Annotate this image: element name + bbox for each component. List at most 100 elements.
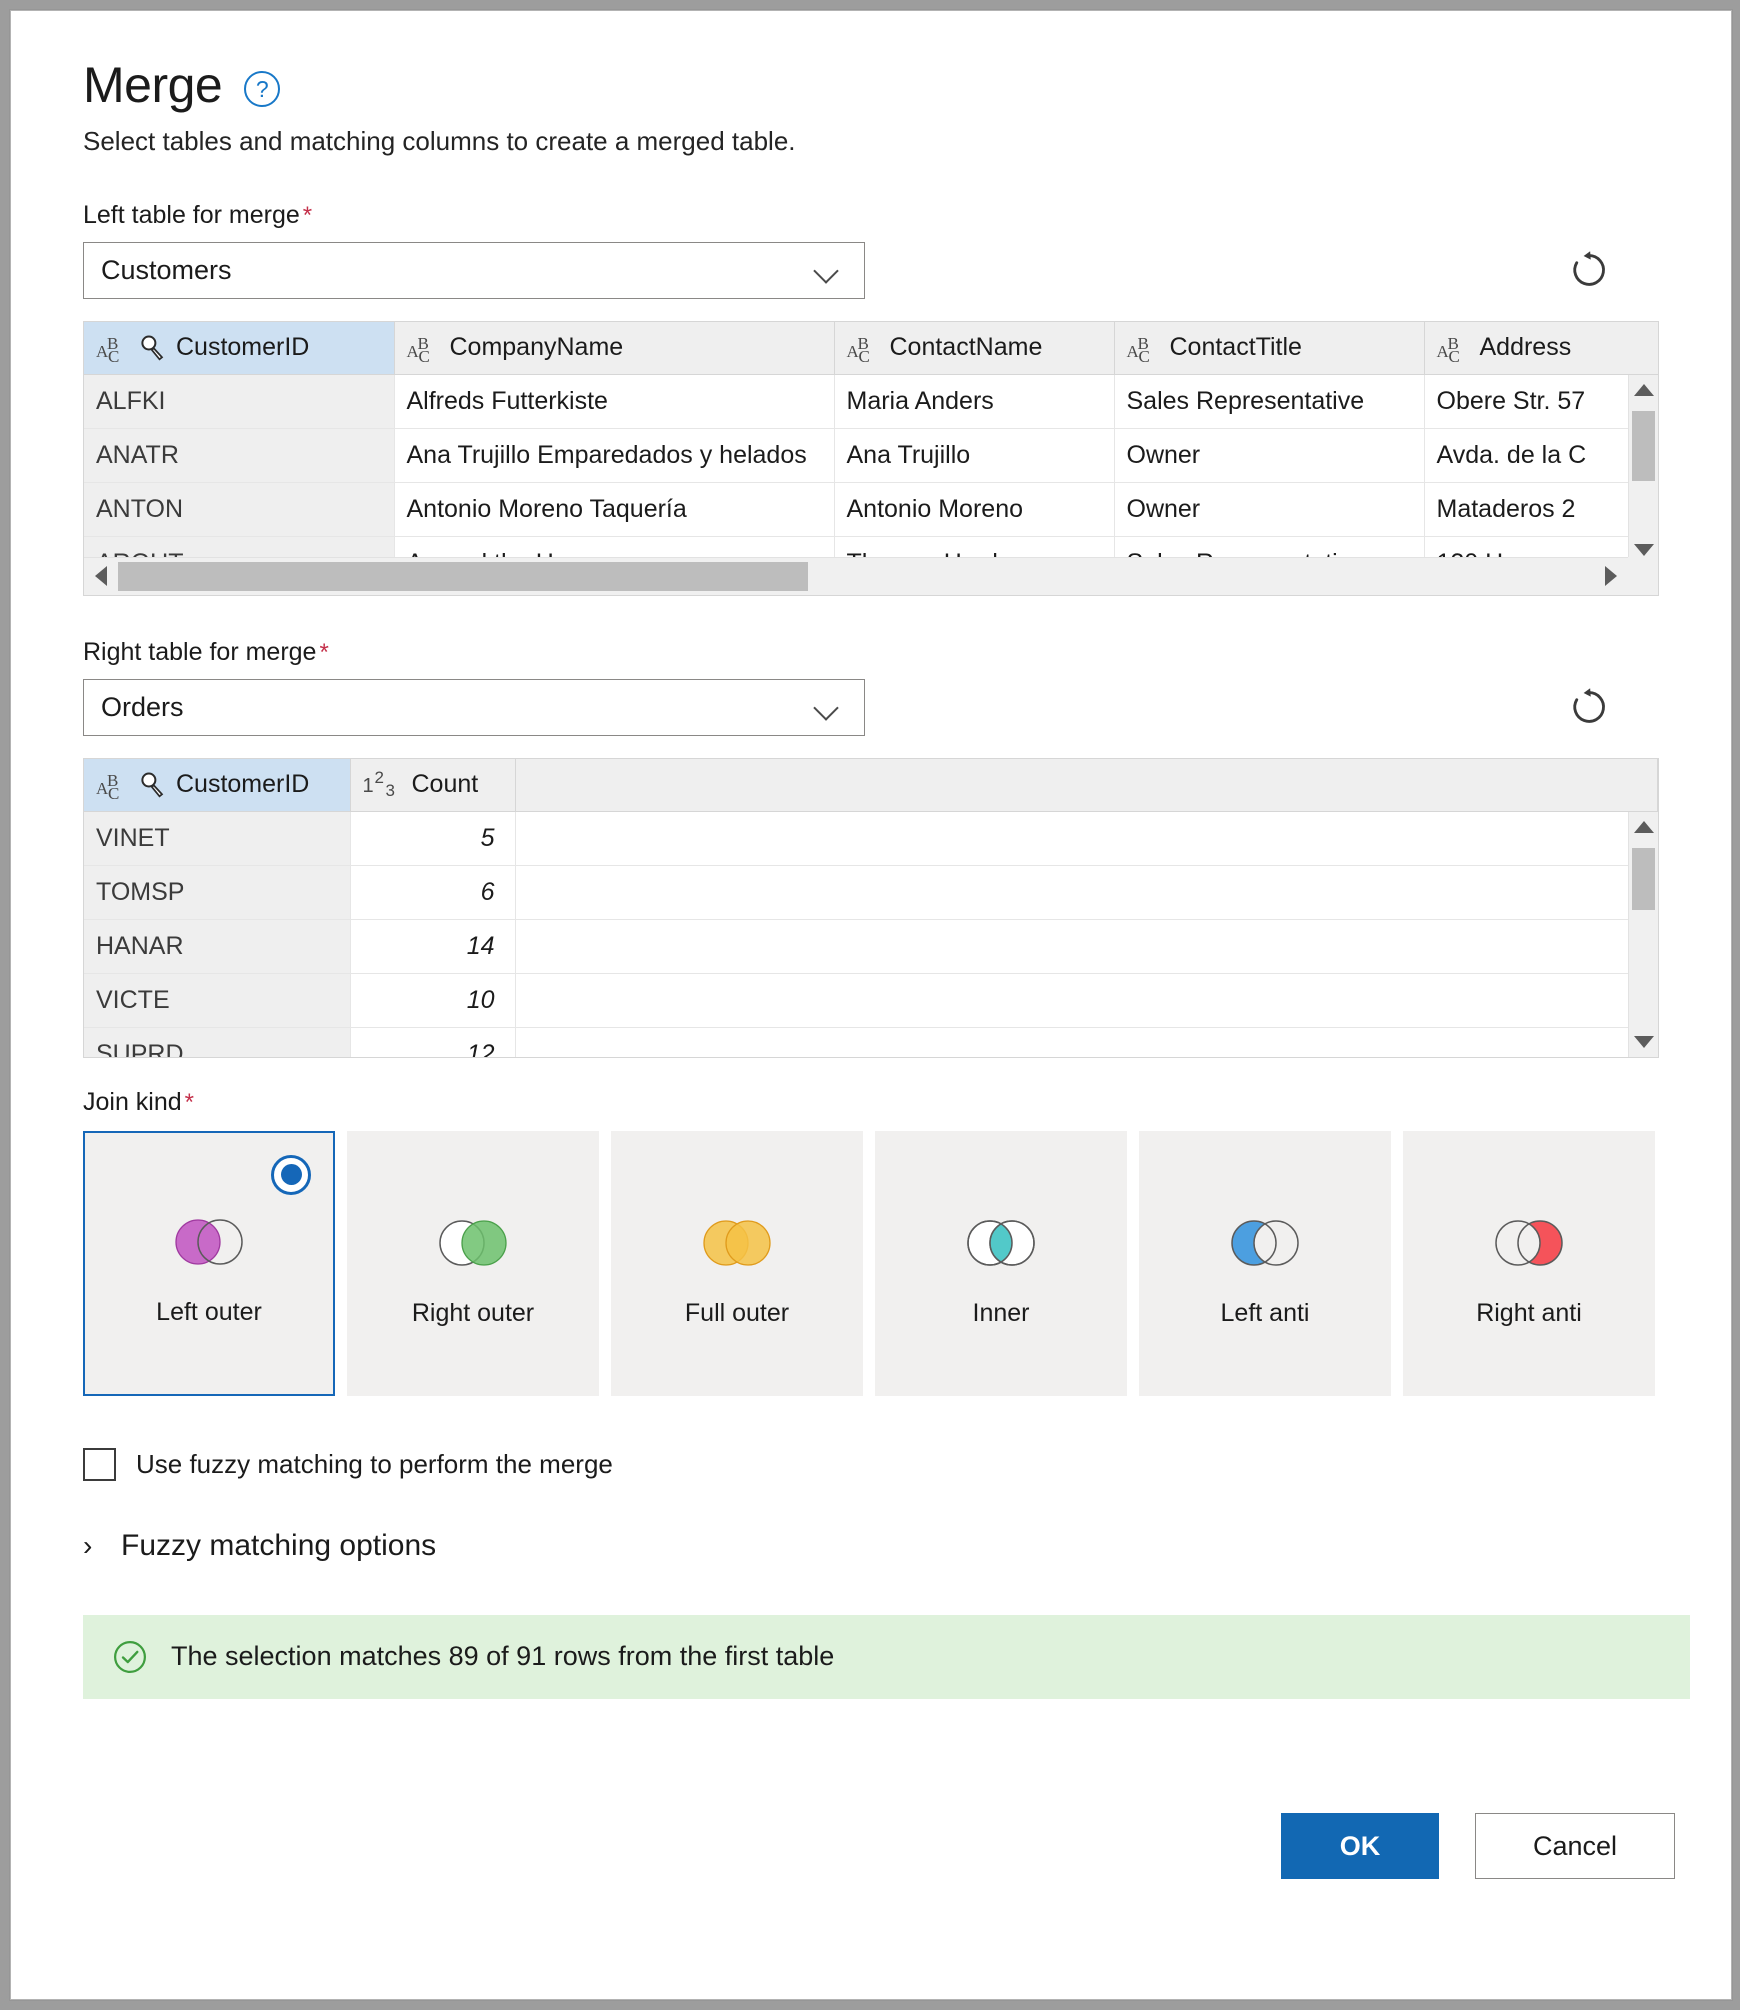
page-title: Merge bbox=[83, 59, 222, 112]
right-preview-header-row: ABC CustomerID 123 bbox=[84, 759, 1658, 812]
column-header-label: Address bbox=[1480, 333, 1572, 362]
join-kind-label: Join kind* bbox=[83, 1088, 1675, 1117]
text-type-icon: ABC bbox=[847, 333, 881, 363]
venn-right-anti-icon bbox=[1486, 1214, 1572, 1277]
scroll-down-icon[interactable] bbox=[1629, 1027, 1658, 1057]
join-option-left-outer[interactable]: Left outer bbox=[83, 1131, 335, 1396]
required-asterisk: * bbox=[303, 202, 312, 229]
text-type-icon: ABC bbox=[407, 333, 441, 363]
left-table-dropdown[interactable]: Customers bbox=[83, 242, 865, 299]
join-kind-label-text: Join kind bbox=[83, 1088, 182, 1116]
horizontal-scroll-thumb[interactable] bbox=[118, 562, 808, 591]
vertical-scroll-thumb[interactable] bbox=[1632, 411, 1655, 481]
text-type-icon: ABC bbox=[96, 333, 130, 363]
column-header-contacttitle[interactable]: ABC ContactTitle bbox=[1114, 322, 1424, 375]
column-header-address[interactable]: ABC Address bbox=[1424, 322, 1659, 375]
cell: Alfreds Futterkiste bbox=[394, 375, 834, 429]
radio-selected-icon[interactable] bbox=[271, 1155, 311, 1195]
cell: 6 bbox=[350, 866, 515, 920]
cancel-button[interactable]: Cancel bbox=[1475, 1813, 1675, 1879]
table-row[interactable]: VINET 5 bbox=[84, 812, 1658, 866]
cell: ALFKI bbox=[84, 375, 394, 429]
scroll-up-icon[interactable] bbox=[1629, 375, 1658, 405]
number-type-icon: 123 bbox=[363, 770, 403, 800]
column-header-customerid[interactable]: ABC CustomerID bbox=[84, 322, 394, 375]
scroll-up-icon[interactable] bbox=[1629, 812, 1658, 842]
cell: Owner bbox=[1114, 483, 1424, 537]
join-option-left-anti[interactable]: Left anti bbox=[1139, 1131, 1391, 1396]
cell: 12 bbox=[350, 1028, 515, 1058]
right-table-dropdown[interactable]: Orders bbox=[83, 679, 865, 736]
cell: HANAR bbox=[84, 920, 350, 974]
column-header-label: CustomerID bbox=[176, 770, 309, 799]
horizontal-scroll-track[interactable] bbox=[118, 558, 1594, 595]
scroll-right-icon[interactable] bbox=[1594, 566, 1628, 586]
join-option-label: Left outer bbox=[114, 1296, 304, 1328]
table-row[interactable]: SUPRD 12 bbox=[84, 1028, 1658, 1058]
text-type-icon: ABC bbox=[1437, 333, 1471, 363]
cell: VINET bbox=[84, 812, 350, 866]
vertical-scroll-thumb[interactable] bbox=[1632, 848, 1655, 910]
table-row[interactable]: ALFKI Alfreds Futterkiste Maria Anders S… bbox=[84, 375, 1659, 429]
cell: Antonio Moreno bbox=[834, 483, 1114, 537]
search-icon bbox=[137, 333, 167, 363]
join-option-full-outer[interactable]: Full outer bbox=[611, 1131, 863, 1396]
cell: Maria Anders bbox=[834, 375, 1114, 429]
scroll-left-icon[interactable] bbox=[84, 566, 118, 586]
table-row[interactable]: HANAR 14 bbox=[84, 920, 1658, 974]
table-row[interactable]: VICTE 10 bbox=[84, 974, 1658, 1028]
join-option-label: Right outer bbox=[378, 1297, 568, 1329]
venn-inner-icon bbox=[958, 1214, 1044, 1277]
table-row[interactable]: ANTON Antonio Moreno Taquería Antonio Mo… bbox=[84, 483, 1659, 537]
join-option-right-anti[interactable]: Right anti bbox=[1403, 1131, 1655, 1396]
cell bbox=[515, 866, 1658, 920]
left-table-label: Left table for merge* bbox=[83, 201, 1675, 230]
right-preview-grid: ABC CustomerID 123 bbox=[84, 759, 1658, 1058]
right-table-label-text: Right table for merge bbox=[83, 638, 316, 666]
cell bbox=[515, 812, 1658, 866]
venn-right-outer-icon bbox=[430, 1214, 516, 1277]
column-header-customerid[interactable]: ABC CustomerID bbox=[84, 759, 350, 812]
ok-button[interactable]: OK bbox=[1281, 1813, 1439, 1879]
cell: Obere Str. 57 bbox=[1424, 375, 1659, 429]
text-type-icon: ABC bbox=[96, 770, 130, 800]
join-option-label: Left anti bbox=[1170, 1297, 1360, 1329]
left-preview-grid: ABC CustomerID ABC bbox=[84, 322, 1659, 592]
join-kind-options: Left outer Right outer bbox=[83, 1131, 1675, 1396]
fuzzy-matching-options-expander[interactable]: › Fuzzy matching options bbox=[83, 1529, 1675, 1563]
column-header-label: CustomerID bbox=[176, 333, 309, 362]
cell bbox=[515, 974, 1658, 1028]
left-preview-horizontal-scrollbar[interactable] bbox=[84, 557, 1628, 595]
fuzzy-matching-label: Use fuzzy matching to perform the merge bbox=[136, 1449, 613, 1480]
cell: Ana Trujillo Emparedados y helados bbox=[394, 429, 834, 483]
column-header-label: ContactName bbox=[890, 333, 1043, 362]
cell: ANTON bbox=[84, 483, 394, 537]
cell: Antonio Moreno Taquería bbox=[394, 483, 834, 537]
refresh-icon[interactable] bbox=[1563, 244, 1615, 296]
join-option-inner[interactable]: Inner bbox=[875, 1131, 1127, 1396]
cell: Avda. de la C bbox=[1424, 429, 1659, 483]
help-icon[interactable]: ? bbox=[244, 71, 280, 107]
column-header-contactname[interactable]: ABC ContactName bbox=[834, 322, 1114, 375]
left-preview-header-row: ABC CustomerID ABC bbox=[84, 322, 1659, 375]
column-header-companyname[interactable]: ABC CompanyName bbox=[394, 322, 834, 375]
chevron-down-icon bbox=[814, 699, 840, 715]
right-preview-vertical-scrollbar[interactable] bbox=[1628, 812, 1658, 1057]
required-asterisk: * bbox=[319, 639, 328, 666]
left-table-label-text: Left table for merge bbox=[83, 201, 300, 229]
fuzzy-matching-row: Use fuzzy matching to perform the merge bbox=[83, 1448, 1675, 1481]
dialog-subtitle: Select tables and matching columns to cr… bbox=[83, 126, 1675, 157]
check-circle-icon bbox=[111, 1638, 149, 1676]
fuzzy-matching-checkbox[interactable] bbox=[83, 1448, 116, 1481]
cell bbox=[515, 1028, 1658, 1058]
join-option-right-outer[interactable]: Right outer bbox=[347, 1131, 599, 1396]
cell: Mataderos 2 bbox=[1424, 483, 1659, 537]
table-row[interactable]: TOMSP 6 bbox=[84, 866, 1658, 920]
screen-background: Merge ? Select tables and matching colum… bbox=[0, 0, 1740, 2010]
cell: TOMSP bbox=[84, 866, 350, 920]
refresh-icon[interactable] bbox=[1563, 681, 1615, 733]
merge-dialog: Merge ? Select tables and matching colum… bbox=[10, 10, 1732, 2000]
column-header-count[interactable]: 123 Count bbox=[350, 759, 515, 812]
table-row[interactable]: ANATR Ana Trujillo Emparedados y helados… bbox=[84, 429, 1659, 483]
cell bbox=[515, 920, 1658, 974]
